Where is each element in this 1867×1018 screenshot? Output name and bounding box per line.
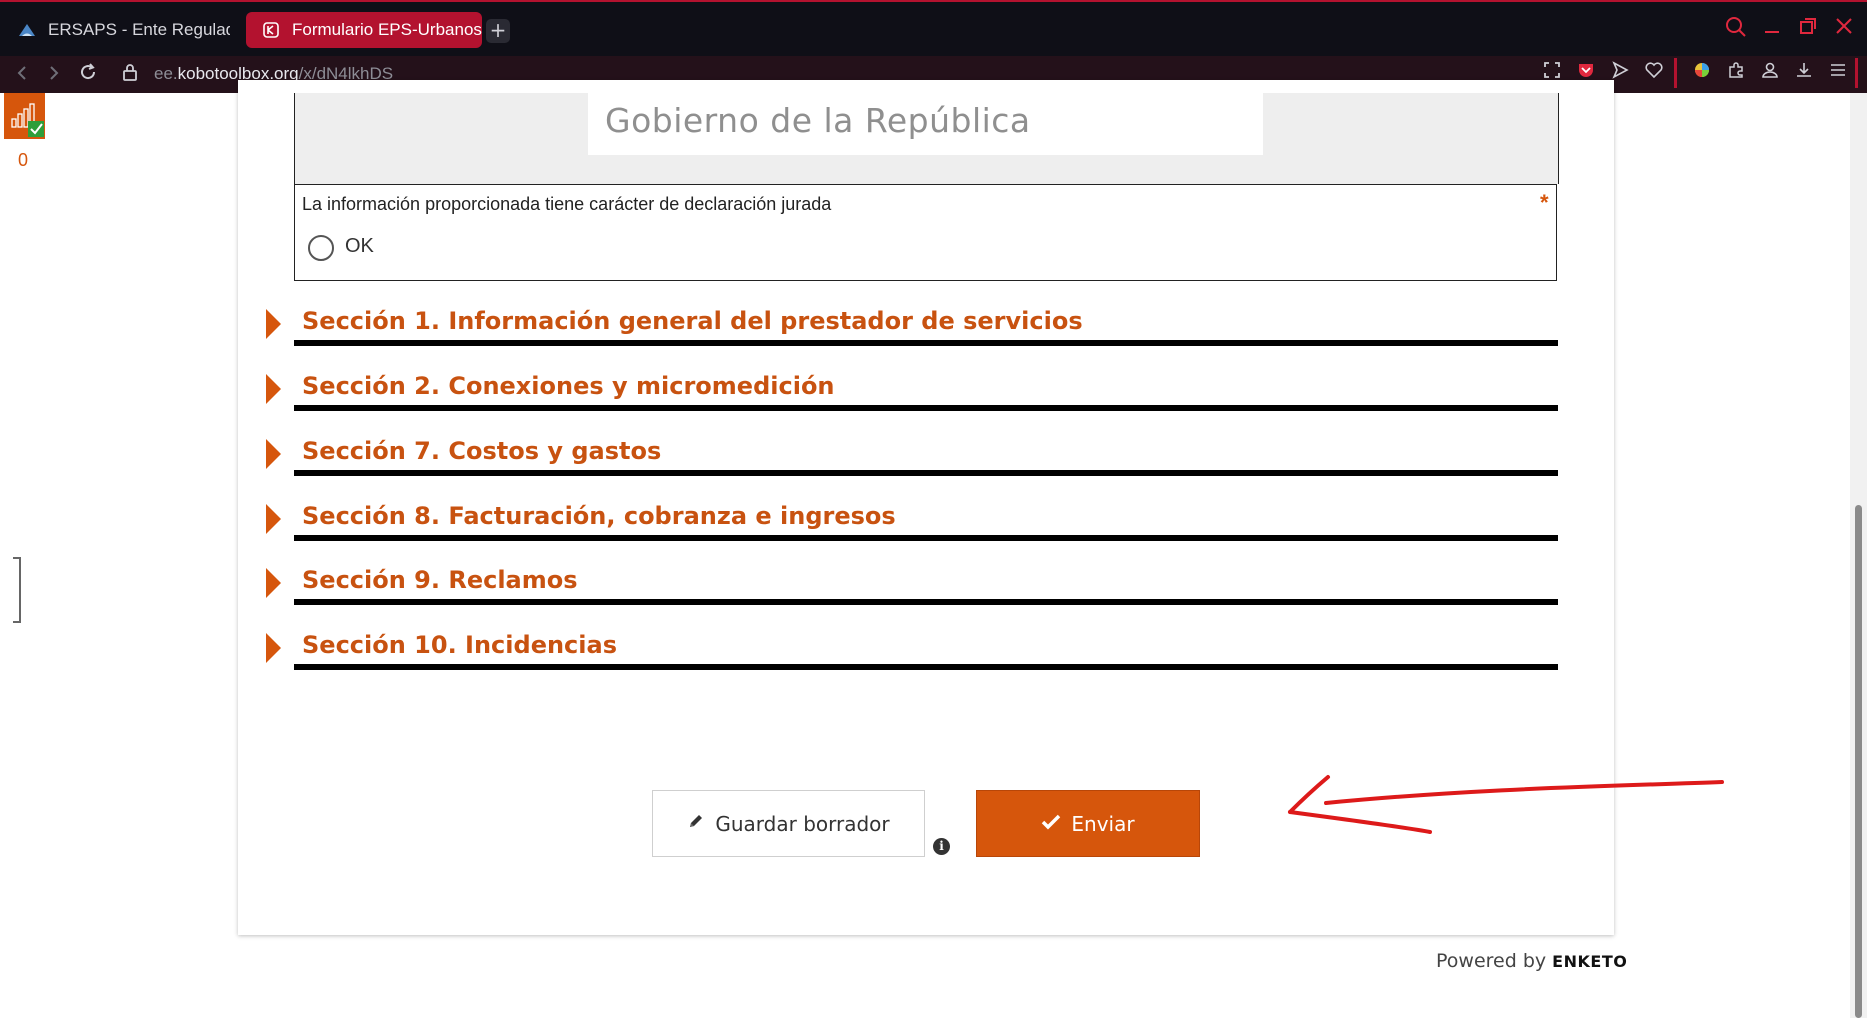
color-wheel-icon[interactable]: [1688, 60, 1716, 88]
ok-radio[interactable]: [308, 235, 334, 261]
close-icon[interactable]: [1830, 16, 1858, 44]
enketo-logo[interactable]: ENKETO: [1552, 952, 1627, 971]
section-10[interactable]: Sección 10. Incidencias: [266, 621, 1558, 671]
info-icon[interactable]: i: [933, 838, 950, 855]
queue-count: 0: [18, 150, 29, 170]
scrollbar-thumb[interactable]: [1855, 505, 1862, 1018]
required-mark: *: [1540, 190, 1549, 215]
section-7[interactable]: Sección 7. Costos y gastos: [266, 427, 1558, 477]
section-divider: [294, 599, 1558, 605]
ersaps-favicon-icon: [16, 19, 38, 41]
tab-label: Formulario EPS-Urbanos: [292, 20, 482, 39]
section-divider: [294, 535, 1558, 541]
caret-right-icon: [266, 309, 281, 339]
check-icon: [1041, 812, 1061, 836]
caret-right-icon: [266, 374, 281, 404]
tab-ersaps[interactable]: ERSAPS - Ente Regulador: [2, 12, 230, 48]
powered-by: Powered by ENKETO: [1436, 950, 1627, 972]
search-icon[interactable]: [1722, 16, 1750, 44]
section-title[interactable]: Sección 10. Incidencias: [302, 631, 617, 659]
toolbar-separator: [1674, 58, 1677, 88]
annotation-arrow: [1288, 775, 1724, 834]
section-title[interactable]: Sección 8. Facturación, cobranza e ingre…: [302, 502, 896, 530]
heart-icon[interactable]: [1640, 60, 1668, 88]
logo-text: Gobierno de la República: [605, 101, 1031, 140]
submit-button[interactable]: Enviar: [976, 790, 1200, 857]
ok-radio-label[interactable]: OK: [345, 235, 374, 258]
restore-icon[interactable]: [1794, 16, 1822, 44]
section-title[interactable]: Sección 2. Conexiones y micromedición: [302, 372, 835, 400]
url-prefix: ee.: [154, 64, 178, 83]
powered-prefix: Powered by: [1436, 950, 1547, 972]
section-1[interactable]: Sección 1. Información general del prest…: [266, 297, 1558, 347]
account-icon[interactable]: [1756, 60, 1784, 88]
save-draft-button[interactable]: Guardar borrador: [652, 790, 925, 857]
toolbar-separator: [1855, 58, 1858, 88]
section-divider: [294, 470, 1558, 476]
new-tab-button[interactable]: +: [486, 19, 510, 43]
extensions-icon[interactable]: [1722, 60, 1750, 88]
section-divider: [294, 664, 1558, 670]
browser-tab-bar: ERSAPS - Ente Regulador Formulario EPS-U…: [0, 0, 1867, 56]
submit-label: Enviar: [1071, 811, 1135, 836]
side-bracket: [13, 557, 21, 623]
section-title[interactable]: Sección 7. Costos y gastos: [302, 437, 661, 465]
caret-right-icon: [266, 504, 281, 534]
pencil-icon: [687, 812, 705, 835]
lock-icon[interactable]: [116, 60, 144, 88]
minimize-icon[interactable]: [1758, 16, 1786, 44]
menu-icon[interactable]: [1824, 60, 1852, 88]
caret-right-icon: [266, 633, 281, 663]
forward-icon[interactable]: [40, 60, 68, 88]
section-title[interactable]: Sección 1. Información general del prest…: [302, 307, 1083, 335]
save-draft-label: Guardar borrador: [715, 811, 890, 836]
back-icon[interactable]: [8, 60, 36, 88]
tab-label: ERSAPS - Ente Regulador: [48, 20, 230, 39]
section-9[interactable]: Sección 9. Reclamos: [266, 556, 1558, 606]
offline-queue-badge[interactable]: [4, 93, 45, 139]
tab-formulario[interactable]: Formulario EPS-Urbanos: [246, 12, 482, 48]
section-divider: [294, 340, 1558, 346]
signal-status-icon: [11, 103, 44, 137]
section-8[interactable]: Sección 8. Facturación, cobranza e ingre…: [266, 492, 1558, 542]
download-icon[interactable]: [1790, 60, 1818, 88]
kobo-favicon-icon: [260, 19, 282, 41]
reload-icon[interactable]: [74, 60, 102, 88]
caret-right-icon: [266, 568, 281, 598]
question-label: La información proporcionada tiene carác…: [302, 194, 832, 214]
caret-right-icon: [266, 439, 281, 469]
section-title[interactable]: Sección 9. Reclamos: [302, 566, 578, 594]
section-2[interactable]: Sección 2. Conexiones y micromedición: [266, 362, 1558, 412]
section-divider: [294, 405, 1558, 411]
